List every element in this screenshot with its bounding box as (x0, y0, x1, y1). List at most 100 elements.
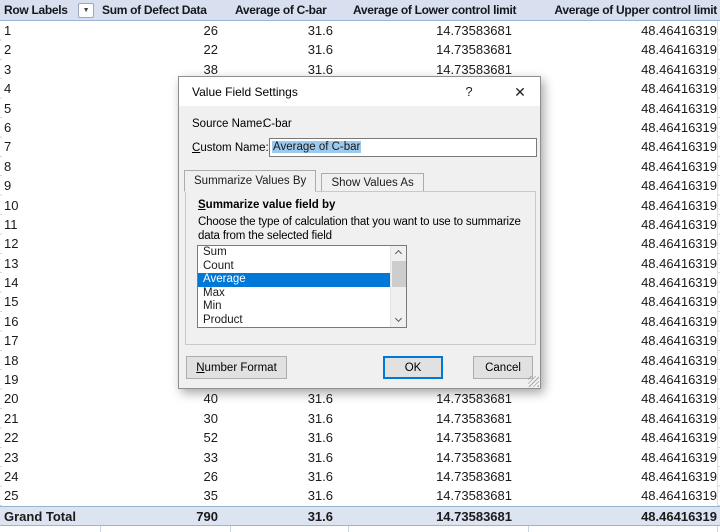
table-cell[interactable]: 25 (0, 486, 100, 505)
table-cell[interactable]: 31.6 (230, 389, 348, 408)
table-cell[interactable]: 22 (0, 428, 100, 447)
table-cell[interactable]: 48.46416319 (528, 409, 720, 428)
table-cell[interactable]: 13 (0, 254, 100, 273)
dialog-titlebar[interactable]: Value Field Settings ? ✕ (179, 77, 540, 106)
list-item-average[interactable]: Average (198, 273, 406, 287)
table-cell[interactable]: 5 (0, 99, 100, 118)
table-cell[interactable]: 48.46416319 (528, 331, 720, 350)
close-icon[interactable]: ✕ (511, 83, 529, 101)
table-cell[interactable]: 48.46416319 (528, 467, 720, 486)
table-cell[interactable]: 52 (100, 428, 230, 447)
resize-grip-icon[interactable] (528, 376, 539, 387)
list-item-product[interactable]: Product (198, 314, 406, 328)
header-average-of-lower-control-limit[interactable]: Average of Lower control limit (348, 0, 528, 20)
table-cell[interactable]: 23 (0, 448, 100, 467)
grand-total-lcl[interactable]: 14.73583681 (348, 507, 528, 525)
table-cell[interactable]: 48.46416319 (528, 137, 720, 156)
custom-name-input[interactable]: Average of C-bar (269, 138, 537, 157)
table-cell[interactable]: 35 (100, 486, 230, 505)
table-cell[interactable]: 14 (0, 273, 100, 292)
list-item-sum[interactable]: Sum (198, 246, 406, 260)
scroll-down-icon[interactable] (391, 313, 407, 327)
table-cell[interactable]: 48.46416319 (528, 99, 720, 118)
tab-show-values-as[interactable]: Show Values As (321, 173, 424, 192)
table-cell[interactable]: 8 (0, 157, 100, 176)
table-cell[interactable]: 48.46416319 (528, 40, 720, 59)
table-cell[interactable]: 48.46416319 (528, 118, 720, 137)
table-cell[interactable]: 17 (0, 331, 100, 350)
table-cell[interactable]: 14.73583681 (348, 448, 528, 467)
table-cell[interactable]: 48.46416319 (528, 60, 720, 79)
table-cell[interactable]: 48.46416319 (528, 157, 720, 176)
table-cell[interactable]: 18 (0, 351, 100, 370)
table-cell[interactable]: 26 (100, 21, 230, 40)
listbox-scrollbar[interactable] (390, 246, 406, 327)
table-cell[interactable]: 14.73583681 (348, 467, 528, 486)
table-cell[interactable]: 3 (0, 60, 100, 79)
table-cell[interactable]: 14.73583681 (348, 389, 528, 408)
ok-button[interactable]: OK (383, 356, 443, 379)
grand-total-defect[interactable]: 790 (100, 507, 230, 525)
table-cell[interactable]: 48.46416319 (528, 292, 720, 311)
table-cell[interactable]: 48.46416319 (528, 234, 720, 253)
list-item-max[interactable]: Max (198, 287, 406, 301)
table-cell[interactable]: 31.6 (230, 448, 348, 467)
header-row-labels[interactable]: Row Labels ▼ (0, 0, 100, 20)
table-cell[interactable]: 30 (100, 409, 230, 428)
table-cell[interactable]: 31.6 (230, 40, 348, 59)
scroll-up-icon[interactable] (391, 246, 407, 260)
table-cell[interactable]: 31.6 (230, 486, 348, 505)
table-cell[interactable]: 48.46416319 (528, 370, 720, 389)
help-icon[interactable]: ? (460, 83, 478, 101)
table-cell[interactable]: 20 (0, 389, 100, 408)
header-average-of-upper-control-limit[interactable]: Average of Upper control limit (528, 0, 720, 20)
table-cell[interactable]: 14.73583681 (348, 409, 528, 428)
table-cell[interactable]: 48.46416319 (528, 448, 720, 467)
table-cell[interactable]: 6 (0, 118, 100, 137)
number-format-button[interactable]: Number Format (186, 356, 287, 379)
table-cell[interactable]: 48.46416319 (528, 21, 720, 40)
table-cell[interactable]: 1 (0, 21, 100, 40)
table-cell[interactable]: 48.46416319 (528, 176, 720, 195)
table-cell[interactable]: 22 (100, 40, 230, 59)
table-cell[interactable]: 24 (0, 467, 100, 486)
list-item-count[interactable]: Count (198, 260, 406, 274)
table-cell[interactable]: 48.46416319 (528, 215, 720, 234)
table-cell[interactable]: 33 (100, 448, 230, 467)
table-cell[interactable]: 19 (0, 370, 100, 389)
table-cell[interactable]: 31.6 (230, 409, 348, 428)
table-cell[interactable]: 9 (0, 176, 100, 195)
table-cell[interactable]: 16 (0, 312, 100, 331)
table-cell[interactable]: 10 (0, 196, 100, 215)
filter-dropdown-icon[interactable]: ▼ (78, 3, 94, 18)
header-average-of-c-bar[interactable]: Average of C-bar (230, 0, 348, 20)
cancel-button[interactable]: Cancel (473, 356, 533, 379)
table-cell[interactable]: 2 (0, 40, 100, 59)
table-cell[interactable]: 26 (100, 467, 230, 486)
table-cell[interactable]: 48.46416319 (528, 196, 720, 215)
grand-total-cbar[interactable]: 31.6 (230, 507, 348, 525)
table-cell[interactable]: 14.73583681 (348, 428, 528, 447)
table-cell[interactable]: 14.73583681 (348, 40, 528, 59)
table-cell[interactable]: 48.46416319 (528, 254, 720, 273)
table-cell[interactable]: 31.6 (230, 428, 348, 447)
table-cell[interactable]: 14.73583681 (348, 21, 528, 40)
table-cell[interactable]: 48.46416319 (528, 273, 720, 292)
table-cell[interactable]: 4 (0, 79, 100, 98)
header-sum-of-defect-data[interactable]: Sum of Defect Data (100, 0, 230, 20)
table-cell[interactable]: 48.46416319 (528, 486, 720, 505)
list-item-min[interactable]: Min (198, 300, 406, 314)
scrollbar-thumb[interactable] (392, 261, 406, 287)
grand-total-label[interactable]: Grand Total (0, 507, 100, 525)
table-cell[interactable]: 31.6 (230, 21, 348, 40)
tab-summarize-values-by[interactable]: Summarize Values By (184, 170, 317, 192)
grand-total-ucl[interactable]: 48.46416319 (528, 507, 720, 525)
table-cell[interactable]: 48.46416319 (528, 428, 720, 447)
table-cell[interactable]: 15 (0, 292, 100, 311)
table-cell[interactable]: 11 (0, 215, 100, 234)
table-cell[interactable]: 40 (100, 389, 230, 408)
table-cell[interactable]: 7 (0, 137, 100, 156)
table-cell[interactable]: 12 (0, 234, 100, 253)
table-cell[interactable]: 48.46416319 (528, 312, 720, 331)
table-cell[interactable]: 14.73583681 (348, 486, 528, 505)
